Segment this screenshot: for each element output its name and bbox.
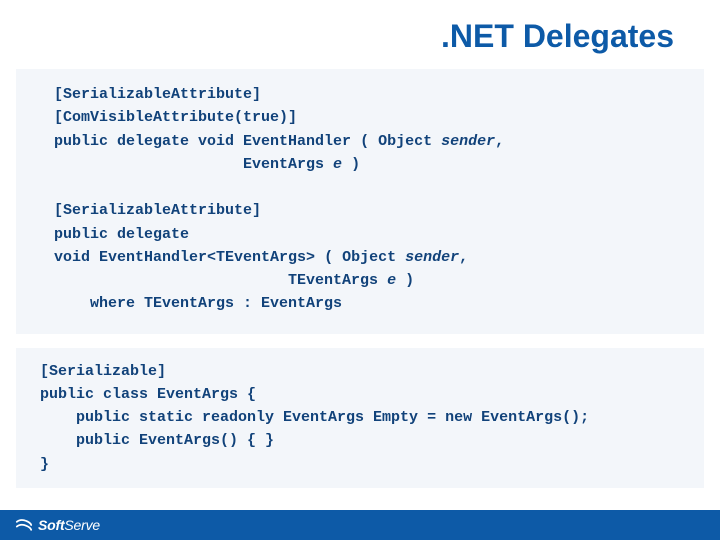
slide-title: .NET Delegates (0, 0, 720, 69)
brand-text: SoftServe (38, 517, 100, 533)
code-line: public delegate (54, 226, 189, 243)
code-line: } (40, 456, 49, 473)
code-line: [SerializableAttribute] (54, 202, 261, 219)
code-token: sender (405, 249, 459, 266)
brand-text-bold: Soft (38, 517, 64, 533)
brand-text-light: Serve (64, 517, 100, 533)
code-token: sender (441, 133, 495, 150)
code-token: , (495, 133, 504, 150)
code-token: ( Object (315, 249, 405, 266)
code-line: public static readonly EventArgs Empty =… (40, 409, 589, 426)
code-line: EventArgs (54, 156, 333, 173)
code-token: e (333, 156, 342, 173)
code-token: e (387, 272, 396, 289)
code-line: [SerializableAttribute] (54, 86, 261, 103)
code-block-delegates: [SerializableAttribute] [ComVisibleAttri… (16, 69, 704, 334)
code-line: TEventArgs (54, 272, 387, 289)
brand-logo: SoftServe (14, 517, 100, 533)
code-block-eventargs: [Serializable] public class EventArgs { … (16, 348, 704, 488)
code-token: , (459, 249, 468, 266)
code-token: ) (396, 272, 414, 289)
code-line: [ComVisibleAttribute(true)] (54, 109, 297, 126)
code-token: EventHandler (243, 133, 351, 150)
code-line: public EventArgs() { } (40, 432, 274, 449)
footer-bar: SoftServe (0, 510, 720, 540)
code-line: public delegate void (54, 133, 243, 150)
code-line: [Serializable] (40, 363, 166, 380)
code-token: ) (342, 156, 360, 173)
code-token: EventHandler<TEventArgs> (99, 249, 315, 266)
code-line: where TEventArgs : EventArgs (54, 295, 342, 312)
code-line: public class EventArgs { (40, 386, 256, 403)
code-token: ( Object (351, 133, 441, 150)
brand-icon (14, 517, 34, 533)
code-line: void (54, 249, 99, 266)
